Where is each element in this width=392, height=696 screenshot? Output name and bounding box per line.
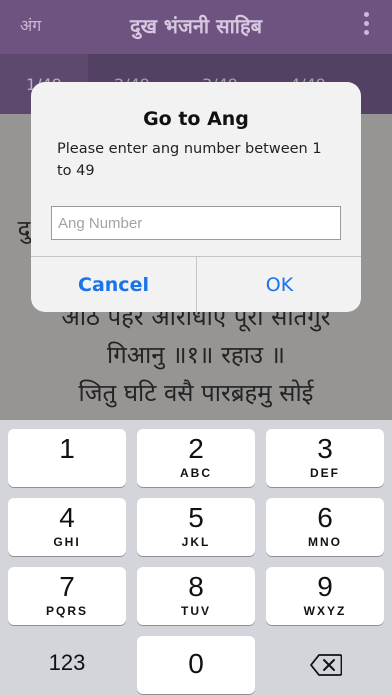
- key-digit: 2: [188, 433, 204, 464]
- key-letters: MNO: [308, 535, 342, 549]
- ang-number-input[interactable]: [51, 206, 341, 240]
- key-digit: 9: [317, 571, 333, 602]
- key-digit: 5: [188, 502, 204, 533]
- key-digit: 6: [317, 502, 333, 533]
- key-digit: 8: [188, 571, 204, 602]
- key-letters: GHI: [53, 535, 81, 549]
- delete-key[interactable]: [266, 636, 384, 694]
- numeric-keypad: 1 2 ABC 3 DEF 4 GHI 5 JKL 6 MNO 7 PQRS 8…: [0, 420, 392, 696]
- ok-button[interactable]: OK: [197, 257, 361, 312]
- key-0[interactable]: 0: [137, 636, 255, 694]
- key-digit: 0: [188, 648, 204, 679]
- dialog-title: Go to Ang: [143, 108, 249, 130]
- key-7[interactable]: 7 PQRS: [8, 567, 126, 625]
- key-3[interactable]: 3 DEF: [266, 429, 384, 487]
- key-8[interactable]: 8 TUV: [137, 567, 255, 625]
- page-title: दुख भंजनी साहिब: [129, 14, 262, 38]
- backspace-icon: [310, 654, 342, 676]
- key-letters: JKL: [181, 535, 211, 549]
- key-1[interactable]: 1: [8, 429, 126, 487]
- key-digit: 4: [59, 502, 75, 533]
- key-9[interactable]: 9 WXYZ: [266, 567, 384, 625]
- key-123-mode[interactable]: 123: [8, 636, 126, 694]
- key-2[interactable]: 2 ABC: [137, 429, 255, 487]
- key-6[interactable]: 6 MNO: [266, 498, 384, 556]
- key-digit: 3: [317, 433, 333, 464]
- top-navbar: अंग दुख भंजनी साहिब: [0, 0, 392, 54]
- more-vertical-icon[interactable]: [362, 12, 370, 35]
- key-digit: 1: [59, 433, 75, 464]
- dialog-message: Please enter ang number between 1 to 49: [57, 141, 322, 179]
- key-letters: PQRS: [45, 604, 88, 618]
- key-letters: TUV: [181, 604, 211, 618]
- key-digit: 7: [59, 571, 75, 602]
- key-5[interactable]: 5 JKL: [137, 498, 255, 556]
- key-label: 123: [48, 650, 86, 675]
- cancel-button[interactable]: Cancel: [31, 257, 196, 312]
- key-4[interactable]: 4 GHI: [8, 498, 126, 556]
- go-to-ang-dialog: Go to Ang Please enter ang number betwee…: [31, 82, 361, 312]
- key-letters: DEF: [310, 466, 340, 480]
- key-letters: WXYZ: [303, 604, 347, 618]
- key-letters: ABC: [180, 466, 212, 480]
